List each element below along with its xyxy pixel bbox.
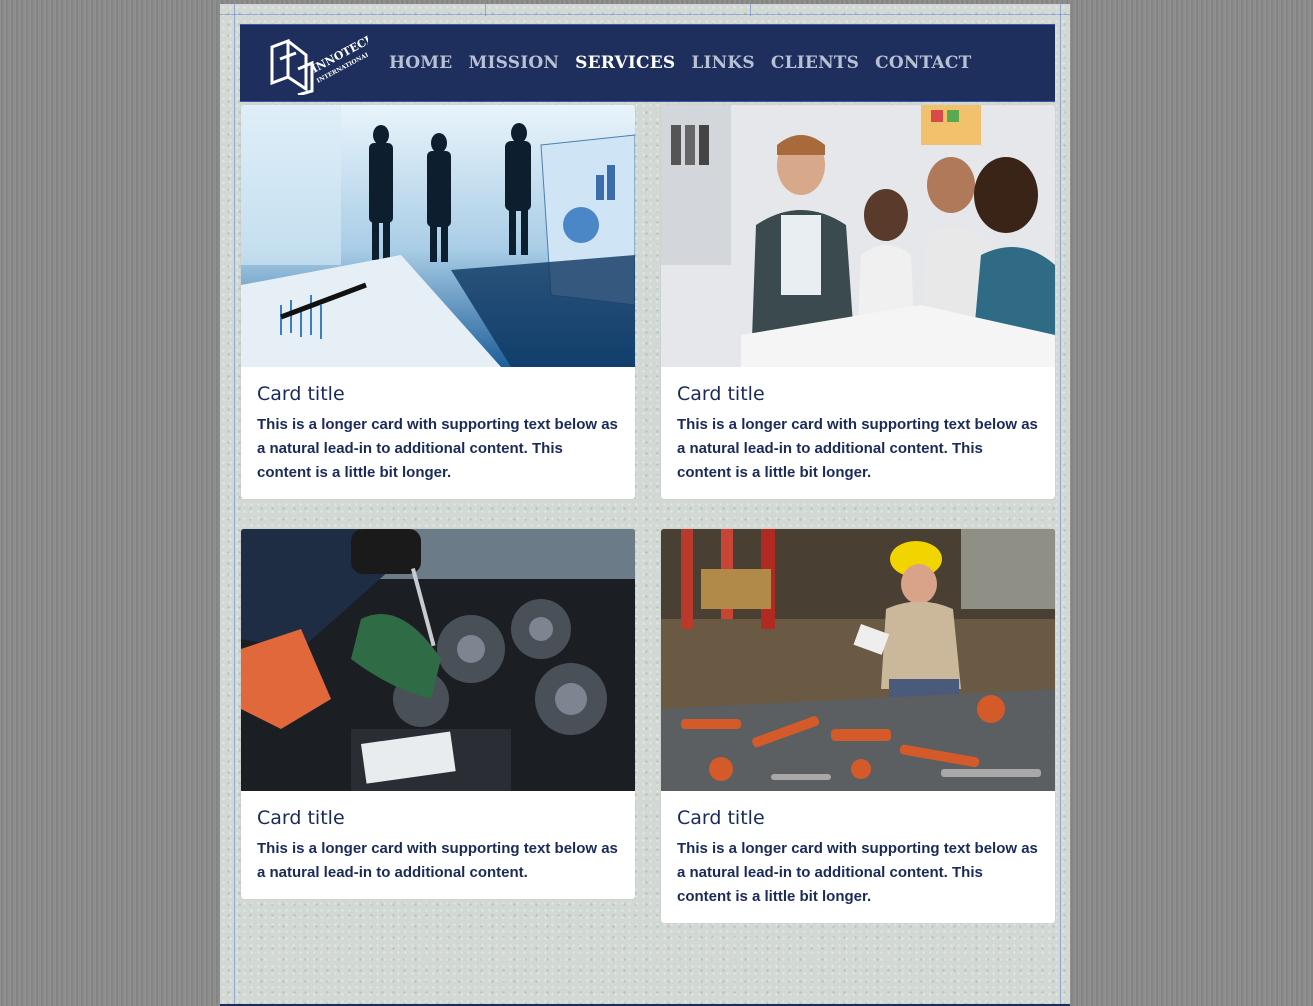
team-discussion-photo [661,105,1055,367]
card-text: This is a longer card with supporting te… [677,840,1038,905]
card-text: This is a longer card with supporting te… [257,840,618,881]
nav-clients[interactable]: CLIENTS [771,53,859,73]
card-body: Card title This is a longer card with su… [241,367,635,499]
service-card: Card title This is a longer card with su… [661,529,1055,923]
service-card: Card title This is a longer card with su… [241,529,635,899]
main-nav: HOME MISSION SERVICES LINKS CLIENTS CONT… [389,53,972,73]
service-card: Card title This is a longer card with su… [661,105,1055,499]
navbar: INNOTECH INTERNATIONAL, LLC HOME MISSION… [240,24,1055,102]
card-title: Card title [677,807,765,829]
grid-line [234,4,235,1004]
page-container: INNOTECH INTERNATIONAL, LLC HOME MISSION… [220,4,1070,1006]
nav-contact[interactable]: CONTACT [875,53,971,73]
grid-line [220,14,1070,15]
grid-line [1060,4,1061,1004]
company-logo[interactable]: INNOTECH INTERNATIONAL, LLC [268,31,387,97]
card-title: Card title [257,383,345,405]
card-title: Card title [677,383,765,405]
card-body: Card title This is a longer card with su… [661,791,1055,923]
card-body: Card title This is a longer card with su… [241,791,635,899]
card-text: This is a longer card with supporting te… [677,416,1038,481]
nav-links[interactable]: LINKS [691,53,755,73]
card-body: Card title This is a longer card with su… [661,367,1055,499]
nav-mission[interactable]: MISSION [468,53,559,73]
nav-home[interactable]: HOME [389,53,452,73]
nav-services[interactable]: SERVICES [575,53,675,73]
engine-repair-photo [241,529,635,791]
card-text: This is a longer card with supporting te… [257,416,618,481]
industrial-worker-photo [661,529,1055,791]
service-card: Card title This is a longer card with su… [241,105,635,499]
card-title: Card title [257,807,345,829]
business-meeting-photo [241,105,635,367]
